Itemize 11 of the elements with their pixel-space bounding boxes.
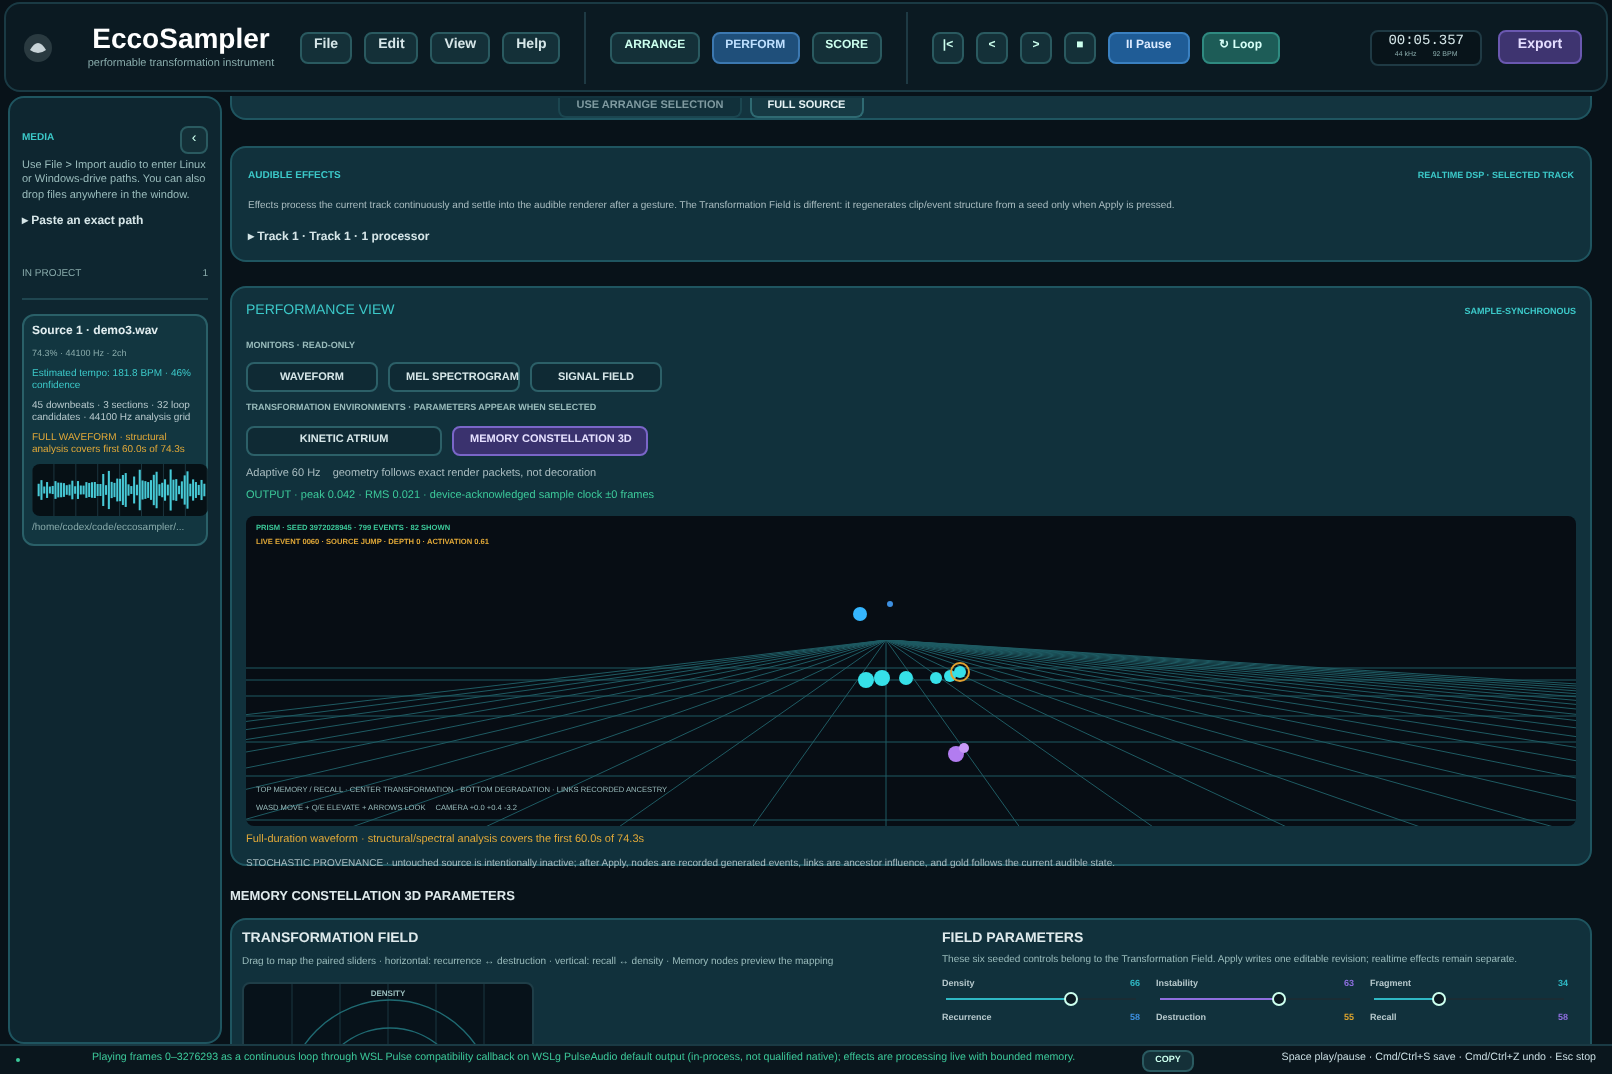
slider-thumb[interactable] <box>1431 992 1446 1006</box>
degraded-node-drawing <box>948 742 969 761</box>
memory-nodes-drawing <box>853 600 970 687</box>
slider-track[interactable] <box>1374 991 1564 1007</box>
logo-icon <box>22 31 54 63</box>
slider-track[interactable] <box>946 991 1136 1007</box>
slider-track[interactable] <box>1160 991 1350 1007</box>
slider-thumb[interactable] <box>1272 992 1287 1006</box>
slider-thumb[interactable] <box>1064 992 1079 1006</box>
app-title: EccoSampler <box>92 21 270 57</box>
source-card[interactable] <box>22 313 208 547</box>
